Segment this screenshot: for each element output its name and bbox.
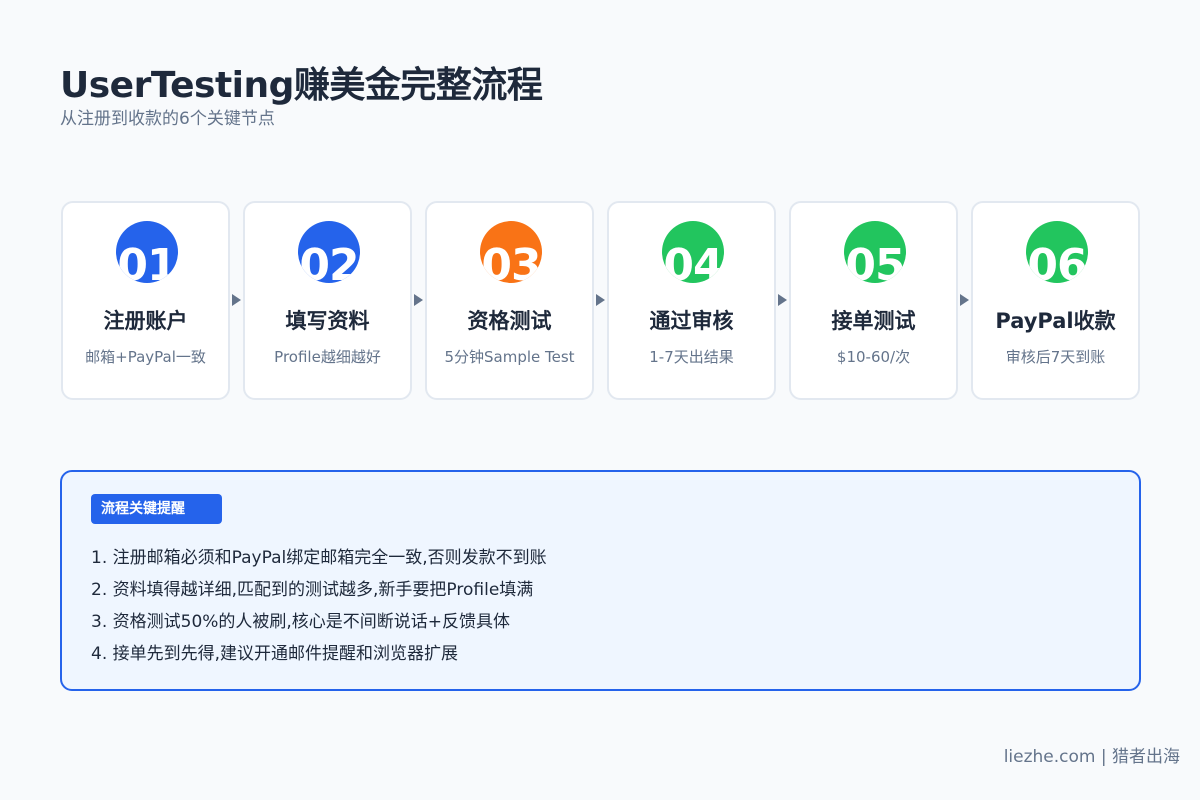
step-title: 资格测试 xyxy=(467,309,552,333)
step-card-04: 04 通过审核 1-7天出结果 xyxy=(607,201,776,400)
step-title: PayPal收款 xyxy=(995,309,1116,333)
arrow-right-icon xyxy=(960,294,969,306)
list-item: 2. 资料填得越详细,匹配到的测试越多,新手要把Profile填满 xyxy=(91,580,534,600)
step-card-06: 06 PayPal收款 审核后7天到账 xyxy=(971,201,1140,400)
step-desc: 审核后7天到账 xyxy=(1005,348,1106,366)
step-badge: 06 xyxy=(1026,221,1088,283)
arrow-right-icon xyxy=(778,294,787,306)
arrow-right-icon xyxy=(232,294,241,306)
step-badge: 03 xyxy=(480,221,542,283)
step-number: 04 xyxy=(663,240,723,283)
arrow-right-icon xyxy=(414,294,423,306)
page-subtitle: 从注册到收款的6个关键节点 xyxy=(60,109,275,129)
reminders-tag: 流程关键提醒 xyxy=(91,494,222,524)
step-badge: 02 xyxy=(298,221,360,283)
step-number: 06 xyxy=(1027,240,1087,283)
page-title: UserTesting赚美金完整流程 xyxy=(60,65,543,106)
reminders-list: 1. 注册邮箱必须和PayPal绑定邮箱完全一致,否则发款不到账 2. 资料填得… xyxy=(91,542,547,670)
list-item: 3. 资格测试50%的人被刷,核心是不间断说话+反馈具体 xyxy=(91,612,511,632)
key-reminders-box: 流程关键提醒 1. 注册邮箱必须和PayPal绑定邮箱完全一致,否则发款不到账 … xyxy=(60,470,1141,691)
step-number: 05 xyxy=(845,240,905,283)
footer-credit: liezhe.com | 猎者出海 xyxy=(1003,747,1180,767)
step-title: 通过审核 xyxy=(649,309,734,333)
step-number: 03 xyxy=(481,240,541,283)
step-card-01: 01 注册账户 邮箱+PayPal一致 xyxy=(61,201,230,400)
list-item: 1. 注册邮箱必须和PayPal绑定邮箱完全一致,否则发款不到账 xyxy=(91,548,547,568)
step-desc: 5分钟Sample Test xyxy=(444,348,575,366)
arrow-right-icon xyxy=(596,294,605,306)
list-item: 4. 接单先到先得,建议开通邮件提醒和浏览器扩展 xyxy=(91,644,459,664)
step-title: 接单测试 xyxy=(831,309,916,333)
step-card-05: 05 接单测试 $10-60/次 xyxy=(789,201,958,400)
step-badge: 04 xyxy=(662,221,724,283)
step-desc: $10-60/次 xyxy=(836,348,911,366)
step-badge: 01 xyxy=(116,221,178,283)
step-number: 01 xyxy=(117,240,177,283)
step-card-02: 02 填写资料 Profile越细越好 xyxy=(243,201,412,400)
step-desc: 1-7天出结果 xyxy=(649,348,734,366)
step-card-03: 03 资格测试 5分钟Sample Test xyxy=(425,201,594,400)
step-title: 填写资料 xyxy=(285,309,370,333)
step-desc: Profile越细越好 xyxy=(274,348,381,366)
step-number: 02 xyxy=(299,240,359,283)
step-badge: 05 xyxy=(844,221,906,283)
step-desc: 邮箱+PayPal一致 xyxy=(85,348,206,366)
step-title: 注册账户 xyxy=(103,309,188,333)
